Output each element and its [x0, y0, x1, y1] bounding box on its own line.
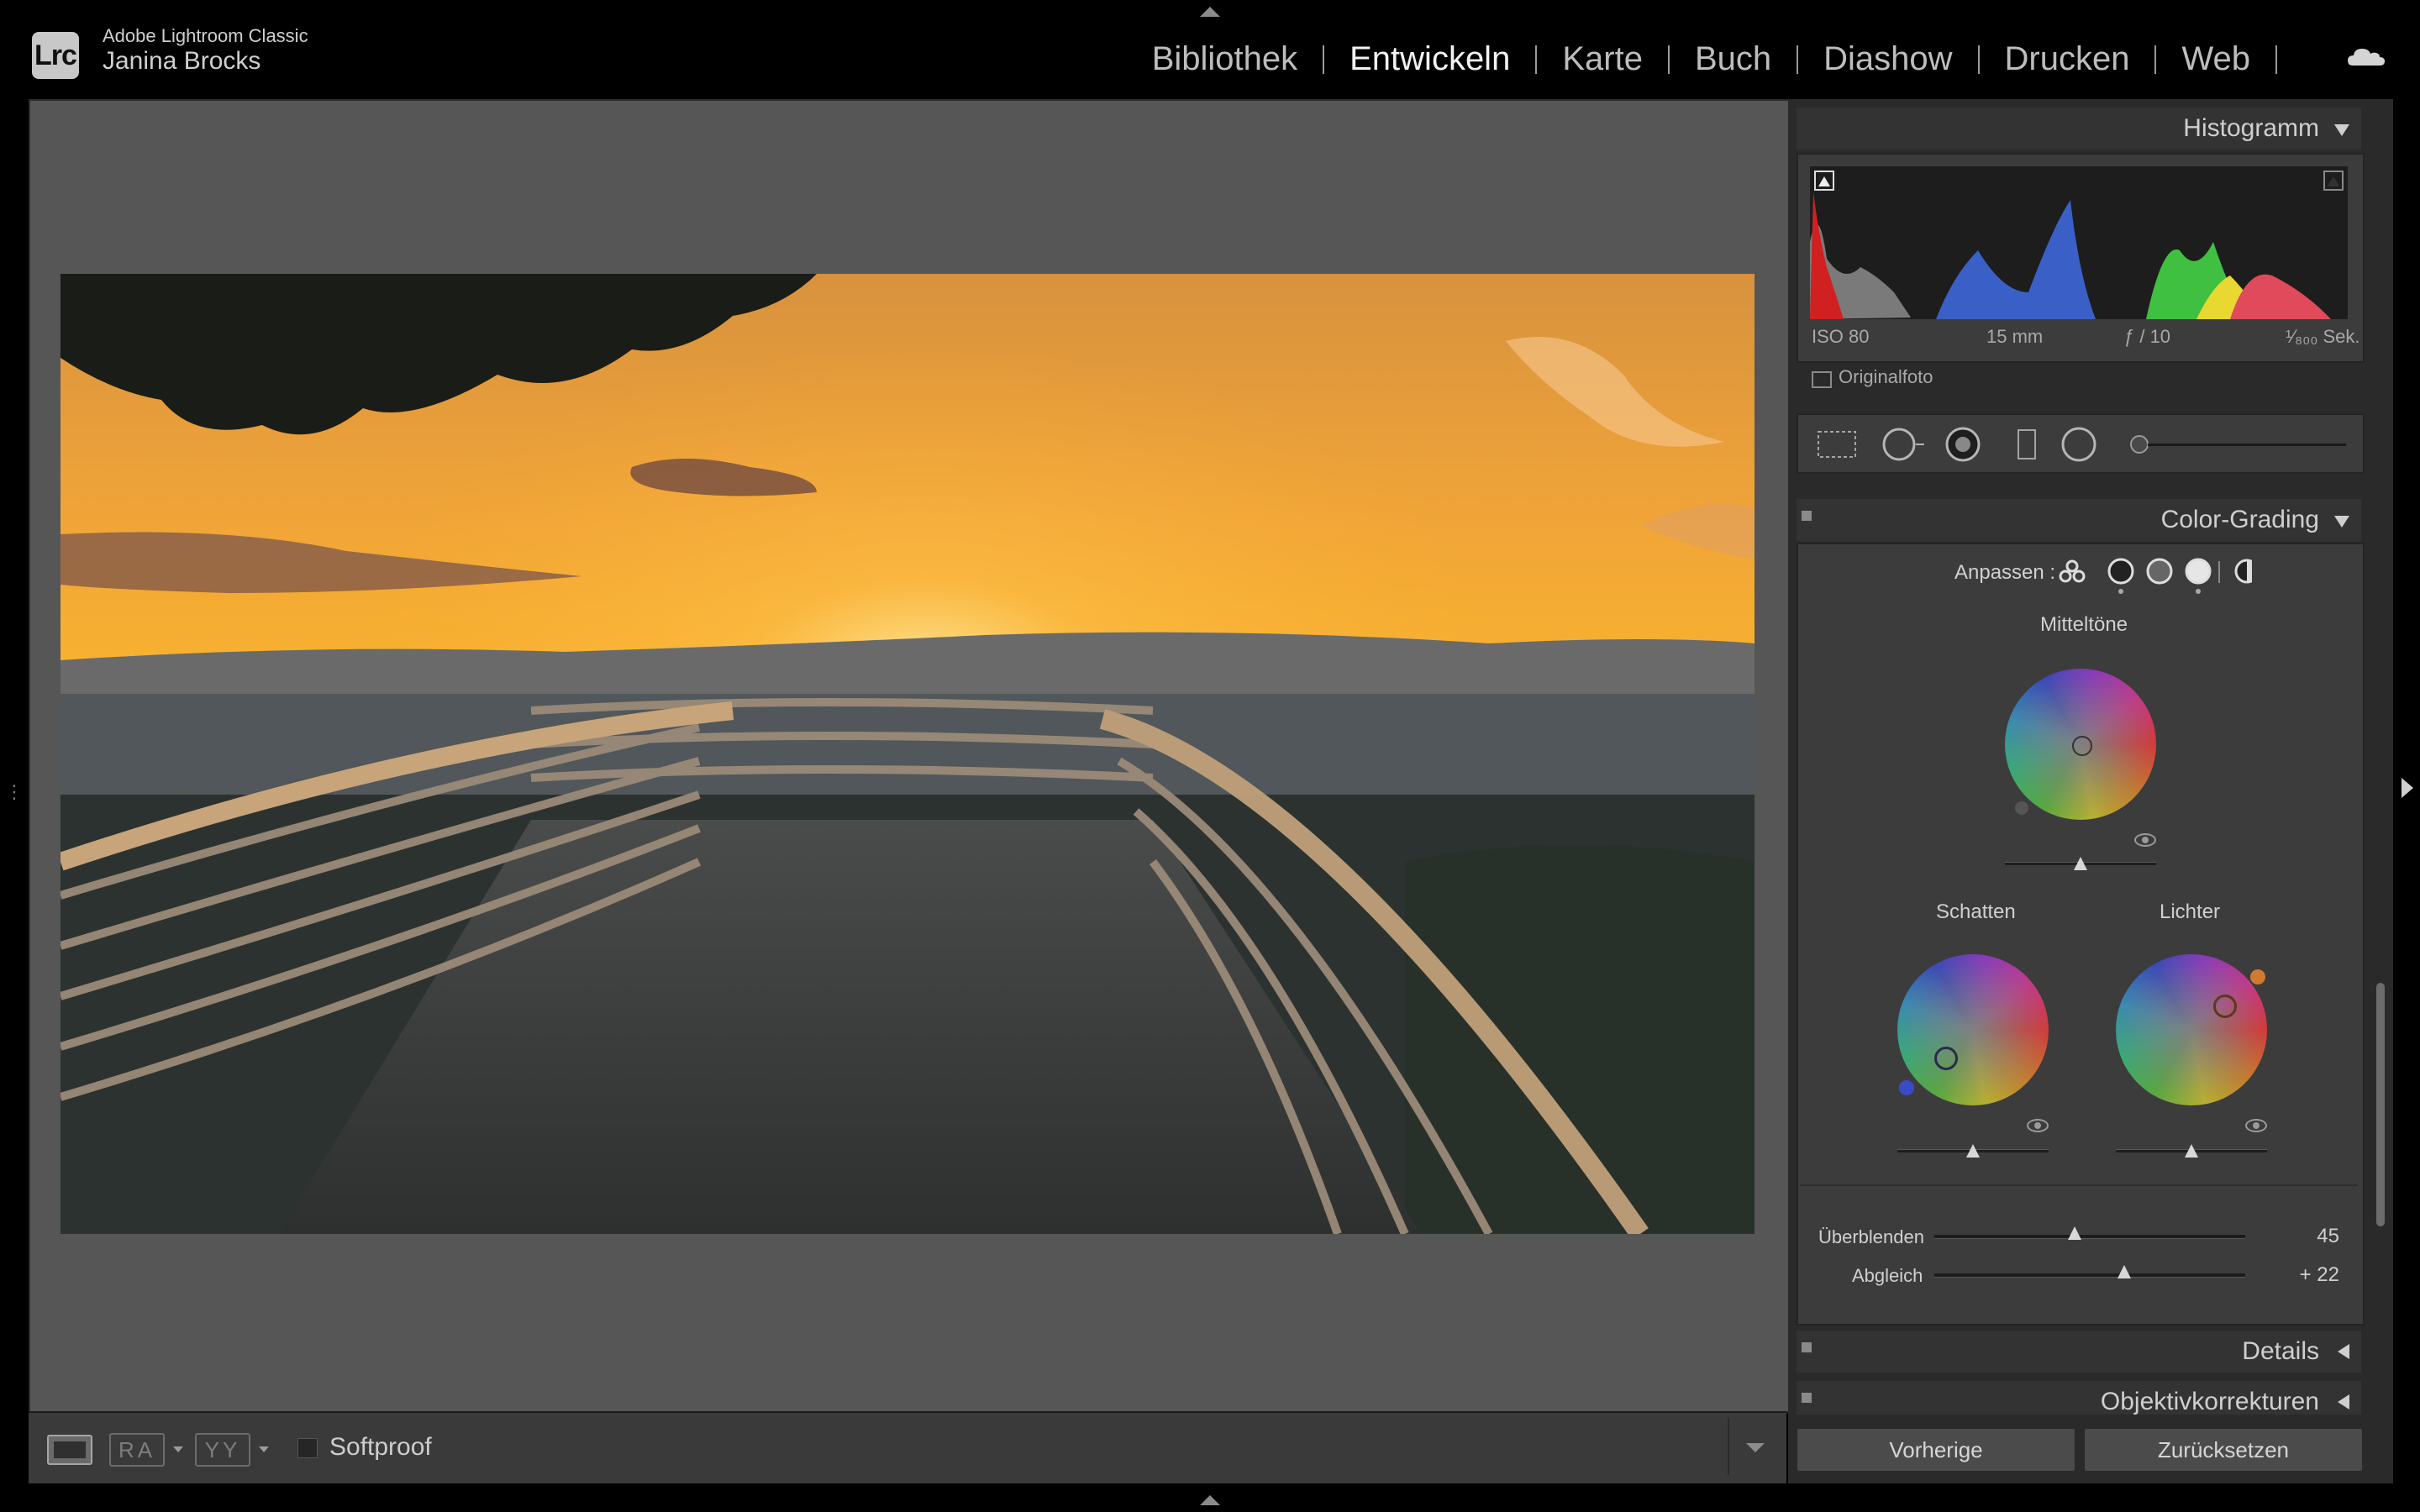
midtones-color-wheel[interactable] [2005, 669, 2156, 820]
original-photo-checkbox[interactable] [1812, 371, 1832, 388]
before-after-left-right-button[interactable]: RA [109, 1433, 165, 1467]
red-eye-icon[interactable] [1945, 427, 1981, 462]
tool-strip [1797, 413, 2365, 474]
expand-triangle-icon[interactable] [2338, 1344, 2349, 1359]
panel-toggle-switch[interactable] [1802, 1342, 1812, 1352]
lrc-logo: Lrc [32, 32, 79, 79]
color-grading-header[interactable]: Color-Grading [1797, 499, 2361, 541]
highlights-hue-dot[interactable] [2250, 969, 2265, 984]
panel-toggle-switch[interactable] [1802, 511, 1812, 521]
collapse-triangle-icon[interactable] [2334, 124, 2349, 136]
midtones-visibility-icon[interactable] [2134, 833, 2156, 847]
module-picker: Bibliothek Entwickeln Karte Buch Diashow… [1127, 40, 2277, 78]
top-panel-toggle-icon[interactable] [1200, 7, 1220, 17]
radial-filter-icon[interactable] [2061, 427, 2096, 462]
exif-aperture: ƒ / 10 [2124, 326, 2171, 347]
brush-size-slider[interactable] [2130, 435, 2346, 454]
shadows-color-wheel[interactable] [1897, 954, 2049, 1105]
chevron-down-icon[interactable] [173, 1446, 183, 1452]
softproof-checkbox[interactable] [297, 1438, 318, 1458]
histogram-header[interactable]: Histogramm [1797, 108, 2361, 150]
crop-tool-icon[interactable] [1818, 431, 1856, 458]
shadows-wheel-handle[interactable] [1934, 1047, 1958, 1070]
blend-label: Überblenden [1818, 1226, 1924, 1247]
balance-value[interactable]: + 22 [2289, 1263, 2339, 1287]
color-grading-panel [1797, 543, 2365, 1326]
global-view-icon[interactable] [2234, 559, 2252, 584]
blend-value[interactable]: 45 [2289, 1225, 2339, 1248]
midtones-slider-thumb[interactable] [2074, 857, 2087, 870]
blend-slider-thumb[interactable] [2067, 1226, 2081, 1240]
highlights-color-wheel[interactable] [2116, 954, 2267, 1105]
exif-iso: ISO 80 [1812, 326, 1870, 347]
shadows-visibility-icon[interactable] [2027, 1119, 2049, 1132]
graduated-filter-icon[interactable] [2018, 429, 2036, 459]
histogram-curves [1810, 171, 2344, 319]
histogram-graph[interactable] [1810, 166, 2348, 319]
midtones-wheel-handle[interactable] [2072, 736, 2092, 756]
adjust-mode-icons [2059, 558, 2252, 594]
loupe-view-icon [54, 1441, 86, 1458]
balance-label: Abgleich [1852, 1265, 1923, 1286]
midtones-view-icon[interactable] [2146, 558, 2173, 585]
shadows-label: Schatten [1936, 900, 2016, 923]
balance-slider-thumb[interactable] [2117, 1265, 2131, 1278]
spot-removal-icon[interactable] [1882, 428, 1924, 461]
module-bibliothek[interactable]: Bibliothek [1127, 40, 1323, 78]
user-name: Janina Brocks [103, 47, 261, 75]
tool-icons [1818, 427, 2346, 462]
module-separator [2275, 45, 2277, 74]
blend-slider[interactable] [1934, 1235, 2245, 1239]
chevron-down-icon[interactable] [259, 1446, 269, 1452]
module-karte[interactable]: Karte [1537, 40, 1668, 78]
shadows-slider-thumb[interactable] [1966, 1144, 1980, 1158]
previous-settings-button[interactable]: Vorherige [1797, 1428, 2075, 1472]
highlights-view-icon[interactable] [2185, 558, 2212, 594]
highlights-label: Lichter [2160, 900, 2221, 923]
loupe-view-button[interactable] [47, 1435, 92, 1465]
panel-toggle-switch[interactable] [1802, 1393, 1812, 1403]
original-photo-label: Originalfoto [1839, 366, 1933, 387]
module-drucken[interactable]: Drucken [1980, 40, 2155, 78]
before-after-swap-button[interactable]: YY [195, 1433, 250, 1467]
toolbar-options-icon[interactable] [1746, 1443, 1765, 1452]
details-header[interactable]: Details [1797, 1331, 2361, 1373]
highlights-wheel-handle[interactable] [2213, 995, 2237, 1018]
module-entwickeln[interactable]: Entwickeln [1324, 40, 1535, 78]
lens-corrections-header[interactable]: Objektivkorrekturen [1797, 1381, 2361, 1415]
module-diashow[interactable]: Diashow [1798, 40, 1977, 78]
right-panel-scrollbar[interactable] [2376, 983, 2385, 1226]
balance-slider[interactable] [1934, 1273, 2245, 1278]
softproof-label: Softproof [329, 1433, 432, 1461]
reset-button[interactable]: Zurücksetzen [2084, 1428, 2363, 1472]
toolbar-divider [1728, 1418, 1729, 1475]
right-panel-toggle-icon[interactable] [2402, 778, 2413, 798]
exif-shutter: ¹⁄₈₀₀ Sek. [2286, 326, 2360, 347]
sunset-photo [60, 274, 1754, 1234]
expand-triangle-icon[interactable] [2338, 1394, 2349, 1410]
panel-divider [1800, 1184, 2358, 1186]
lens-corrections-title: Objektivkorrekturen [2100, 1388, 2319, 1415]
module-buch[interactable]: Buch [1670, 40, 1797, 78]
details-title: Details [2242, 1337, 2319, 1365]
collapse-triangle-icon[interactable] [2334, 516, 2349, 528]
color-grading-title: Color-Grading [2160, 506, 2319, 533]
left-panel-toggle-icon[interactable]: ⋮ [5, 781, 24, 803]
adjust-label: Anpassen : [1954, 561, 2056, 584]
three-way-view-icon[interactable] [2059, 559, 2086, 583]
highlights-visibility-icon[interactable] [2245, 1119, 2267, 1132]
histogram-title: Histogramm [2183, 114, 2319, 142]
bottom-toolbar [29, 1411, 1786, 1483]
bottom-panel-toggle-icon[interactable] [1200, 1495, 1220, 1505]
midtones-label: Mitteltöne [2040, 613, 2128, 636]
shadows-hue-dot[interactable] [1899, 1080, 1914, 1095]
exif-focal-length: 15 mm [1986, 326, 2044, 347]
module-web[interactable]: Web [2156, 40, 2275, 78]
highlights-slider-thumb[interactable] [2185, 1144, 2198, 1158]
photo-preview[interactable] [60, 274, 1754, 1234]
midtones-hue-dot[interactable] [2015, 801, 2028, 815]
app-name: Adobe Lightroom Classic [103, 25, 308, 46]
shadows-view-icon[interactable] [2107, 558, 2134, 594]
cloud-sync-icon[interactable] [2348, 47, 2385, 66]
